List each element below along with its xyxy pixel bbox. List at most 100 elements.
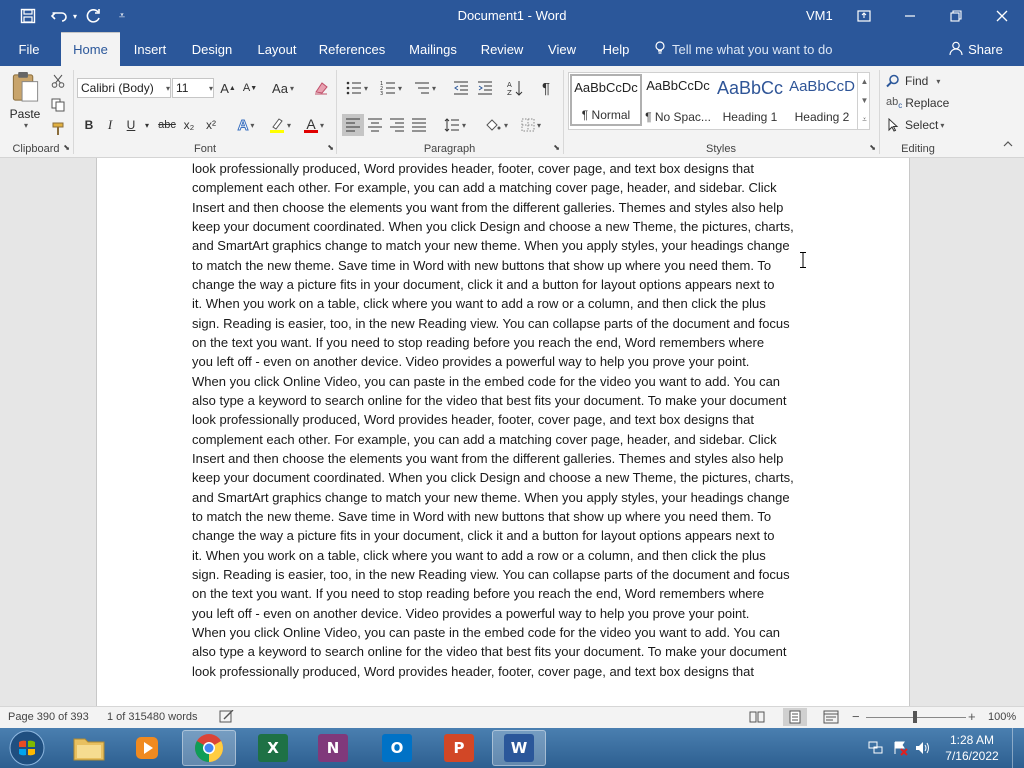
format-painter-icon[interactable]	[48, 118, 68, 140]
document-line[interactable]: and SmartArt graphics change to match yo…	[192, 236, 790, 255]
document-line[interactable]: to match the new theme. Save time in Wor…	[192, 507, 771, 526]
taskbar-media-player[interactable]	[120, 730, 174, 766]
style-heading-1[interactable]: AaBbCc Heading 1	[714, 74, 786, 126]
strikethrough-button[interactable]: abc	[156, 114, 178, 136]
document-line[interactable]: you left off - even on another device. V…	[192, 604, 749, 623]
document-line[interactable]: keep your document coordinated. When you…	[192, 217, 794, 236]
customize-qat-icon[interactable]: ⩡	[110, 4, 134, 28]
document-line[interactable]: When you click Online Video, you can pas…	[192, 623, 780, 642]
clear-formatting-icon[interactable]	[310, 77, 332, 99]
multilevel-list-button[interactable]: ▾	[410, 77, 440, 99]
collapse-ribbon-icon[interactable]	[998, 136, 1018, 152]
scroll-up-icon[interactable]: ▲	[861, 77, 869, 86]
taskbar-excel[interactable]: X	[246, 730, 300, 766]
chevron-down-icon[interactable]: ▾	[320, 121, 324, 130]
undo-dropdown-icon[interactable]: ▾	[70, 4, 80, 28]
cut-icon[interactable]	[48, 70, 68, 92]
tab-help[interactable]: Help	[598, 32, 634, 66]
print-layout-icon[interactable]	[783, 708, 807, 726]
clipboard-launcher-icon[interactable]: ⬊	[63, 143, 70, 152]
ribbon-display-options-icon[interactable]	[852, 4, 876, 28]
start-button[interactable]	[6, 729, 48, 767]
document-line[interactable]: look professionally produced, Word provi…	[192, 410, 754, 429]
show-desktop-button[interactable]	[1012, 728, 1024, 768]
replace-button[interactable]: abc Replace	[886, 92, 966, 114]
highlight-button[interactable]: ▾	[264, 114, 296, 136]
tab-view[interactable]: View	[544, 32, 580, 66]
scroll-down-icon[interactable]: ▼	[861, 96, 869, 105]
chevron-down-icon[interactable]: ▾	[504, 121, 508, 130]
taskbar-onenote[interactable]: N	[306, 730, 360, 766]
chevron-down-icon[interactable]: ▾	[250, 121, 254, 130]
zoom-level[interactable]: 100%	[988, 711, 1016, 723]
document-line[interactable]: and SmartArt graphics change to match yo…	[192, 488, 790, 507]
share-button[interactable]: Share	[948, 32, 1004, 66]
zoom-slider-thumb[interactable]	[913, 711, 917, 723]
decrease-indent-icon[interactable]	[450, 77, 472, 99]
document-line[interactable]: look professionally produced, Word provi…	[192, 159, 754, 178]
read-mode-icon[interactable]	[749, 710, 765, 727]
minimize-icon[interactable]	[898, 4, 922, 28]
document-line[interactable]: it. When you work on a table, click wher…	[192, 546, 766, 565]
tab-insert[interactable]: Insert	[126, 32, 174, 66]
bullets-button[interactable]: ▾	[342, 77, 372, 99]
document-line[interactable]: When you click Online Video, you can pas…	[192, 372, 780, 391]
document-line[interactable]: change the way a picture fits in your do…	[192, 526, 774, 545]
document-line[interactable]: Insert and then choose the elements you …	[192, 198, 783, 217]
tab-references[interactable]: References	[318, 32, 386, 66]
page-counter[interactable]: Page 390 of 393	[8, 711, 89, 723]
tab-home[interactable]: Home	[61, 32, 120, 66]
style-heading-2[interactable]: AaBbCcD Heading 2	[786, 74, 858, 126]
sort-icon[interactable]: AZ	[504, 77, 526, 99]
chevron-down-icon[interactable]: ▾	[166, 84, 170, 93]
document-line[interactable]: it. When you work on a table, click wher…	[192, 294, 766, 313]
style-no-spacing[interactable]: AaBbCcDc ¶ No Spac...	[642, 74, 714, 126]
redo-icon[interactable]	[82, 4, 106, 28]
underline-button[interactable]: U	[122, 114, 140, 136]
chevron-down-icon[interactable]: ▾	[936, 77, 940, 86]
tab-review[interactable]: Review	[478, 32, 526, 66]
font-name-combo[interactable]: Calibri (Body) ▾	[77, 78, 171, 98]
chevron-down-icon[interactable]: ▾	[398, 84, 402, 93]
chevron-down-icon[interactable]: ▾	[287, 121, 291, 130]
bold-button[interactable]: B	[80, 114, 98, 136]
taskbar-powerpoint[interactable]: P	[432, 730, 486, 766]
increase-indent-icon[interactable]	[474, 77, 496, 99]
align-center-icon[interactable]	[364, 114, 386, 136]
change-case-button[interactable]: Aa ▾	[268, 77, 298, 99]
document-line[interactable]: complement each other. For example, you …	[192, 178, 777, 197]
styles-launcher-icon[interactable]: ⬊	[869, 143, 876, 152]
grow-font-icon[interactable]: A ▲	[218, 77, 238, 99]
paste-dropdown-icon[interactable]: ▾	[24, 121, 28, 130]
italic-button[interactable]: I	[101, 114, 119, 136]
font-color-button[interactable]: A ▾	[298, 114, 330, 136]
chevron-down-icon[interactable]: ▾	[537, 121, 541, 130]
chevron-down-icon[interactable]: ▾	[290, 84, 294, 93]
shading-button[interactable]: ▾	[480, 114, 512, 136]
web-layout-icon[interactable]	[823, 710, 839, 727]
align-left-icon[interactable]	[342, 114, 364, 136]
volume-icon[interactable]	[914, 740, 932, 761]
document-line[interactable]: change the way a picture fits in your do…	[192, 275, 774, 294]
shrink-font-icon[interactable]: A ▼	[240, 77, 260, 99]
document-line[interactable]: you left off - even on another device. V…	[192, 352, 749, 371]
user-name[interactable]: VM1	[806, 0, 833, 32]
chevron-down-icon[interactable]: ▾	[940, 121, 944, 130]
zoom-out-icon[interactable]: −	[852, 709, 860, 724]
underline-dropdown-icon[interactable]: ▾	[141, 114, 153, 136]
document-line[interactable]: sign. Reading is easier, too, in the new…	[192, 565, 790, 584]
document-line[interactable]: Insert and then choose the elements you …	[192, 449, 783, 468]
zoom-in-icon[interactable]: +	[968, 709, 976, 724]
tell-me-search[interactable]: Tell me what you want to do	[654, 32, 834, 66]
justify-icon[interactable]	[408, 114, 430, 136]
system-clock[interactable]: 1:28 AM 7/16/2022	[940, 732, 1004, 764]
save-icon[interactable]	[16, 4, 40, 28]
document-line[interactable]: on the text you want. If you need to sto…	[192, 333, 764, 352]
superscript-button[interactable]: x²	[202, 114, 220, 136]
taskbar-chrome[interactable]	[182, 730, 236, 766]
document-line[interactable]: look professionally produced, Word provi…	[192, 662, 754, 681]
tab-layout[interactable]: Layout	[252, 32, 302, 66]
proofing-icon[interactable]	[219, 709, 235, 727]
tab-file[interactable]: File	[8, 32, 50, 66]
numbering-button[interactable]: 1 2 3 ▾	[376, 77, 406, 99]
